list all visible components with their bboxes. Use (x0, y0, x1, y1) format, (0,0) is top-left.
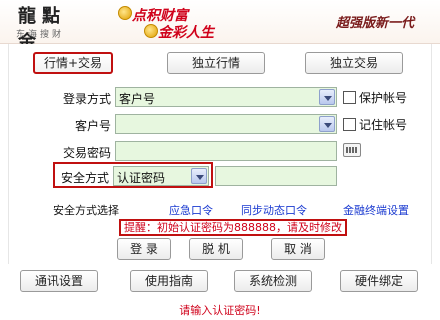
link-emergency-password[interactable]: 应急口令 (169, 202, 213, 218)
slogan-line-2: 金彩人生 (158, 25, 214, 41)
chevron-down-icon[interactable] (319, 89, 335, 105)
app-logo: 龍點金 东海搜财 (6, 2, 86, 53)
cancel-button[interactable]: 取 消 (271, 238, 325, 260)
trade-password-label: 交易密码 (62, 146, 111, 160)
header-banner: 龍點金 东海搜财 点积财富 金彩人生 超强版新一代 (0, 0, 440, 53)
security-choice-label: 安全方式选择 (53, 204, 119, 217)
password-notice: 提醒：初始认证密码为888888，请及时修改 (119, 219, 347, 236)
logo-subtitle: 东海搜财 (16, 30, 65, 40)
tab-quote-trade[interactable]: 行情+交易 (33, 52, 113, 74)
keyboard-icon[interactable] (343, 143, 361, 157)
security-method-select[interactable]: 认证密码 (113, 166, 209, 186)
link-terminal-settings[interactable]: 金融终端设置 (343, 202, 409, 218)
login-method-label: 登录方式 (62, 92, 111, 106)
status-message: 请输入认证密码! (179, 304, 261, 317)
login-panel: 行情+交易 独立行情 独立交易 登录方式 客户号 保护帐号 客户号 记住帐号 交… (8, 44, 432, 264)
security-code-input[interactable] (215, 166, 337, 186)
tab-quote-only[interactable]: 独立行情 (167, 52, 265, 74)
version-label: 超强版新一代 (336, 16, 415, 31)
trade-password-input[interactable] (115, 141, 337, 161)
login-method-select[interactable]: 客户号 (115, 87, 337, 107)
system-check-button[interactable]: 系统检测 (234, 270, 312, 292)
customer-no-input[interactable] (115, 114, 337, 134)
protect-account-checkbox[interactable] (343, 91, 356, 104)
offline-button[interactable]: 脱 机 (189, 238, 243, 260)
hardware-binding-button[interactable]: 硬件绑定 (340, 270, 418, 292)
remember-account-label: 记住帐号 (359, 118, 408, 132)
login-method-value: 客户号 (119, 92, 156, 106)
tab-trade-only[interactable]: 独立交易 (305, 52, 403, 74)
user-guide-button[interactable]: 使用指南 (130, 270, 208, 292)
remember-account-checkbox[interactable] (343, 118, 356, 131)
login-button[interactable]: 登 录 (117, 238, 171, 260)
coin-icon (118, 6, 132, 20)
link-dynamic-password[interactable]: 同步动态口令 (241, 202, 307, 218)
chevron-down-icon[interactable] (191, 168, 207, 184)
network-settings-button[interactable]: 通讯设置 (20, 270, 98, 292)
coin-icon (144, 24, 158, 38)
protect-account-label: 保护帐号 (359, 91, 408, 105)
chevron-down-icon[interactable] (319, 116, 335, 132)
customer-no-label: 客户号 (74, 119, 111, 133)
security-method-value: 认证密码 (117, 171, 166, 185)
security-method-label: 安全方式 (60, 171, 109, 185)
